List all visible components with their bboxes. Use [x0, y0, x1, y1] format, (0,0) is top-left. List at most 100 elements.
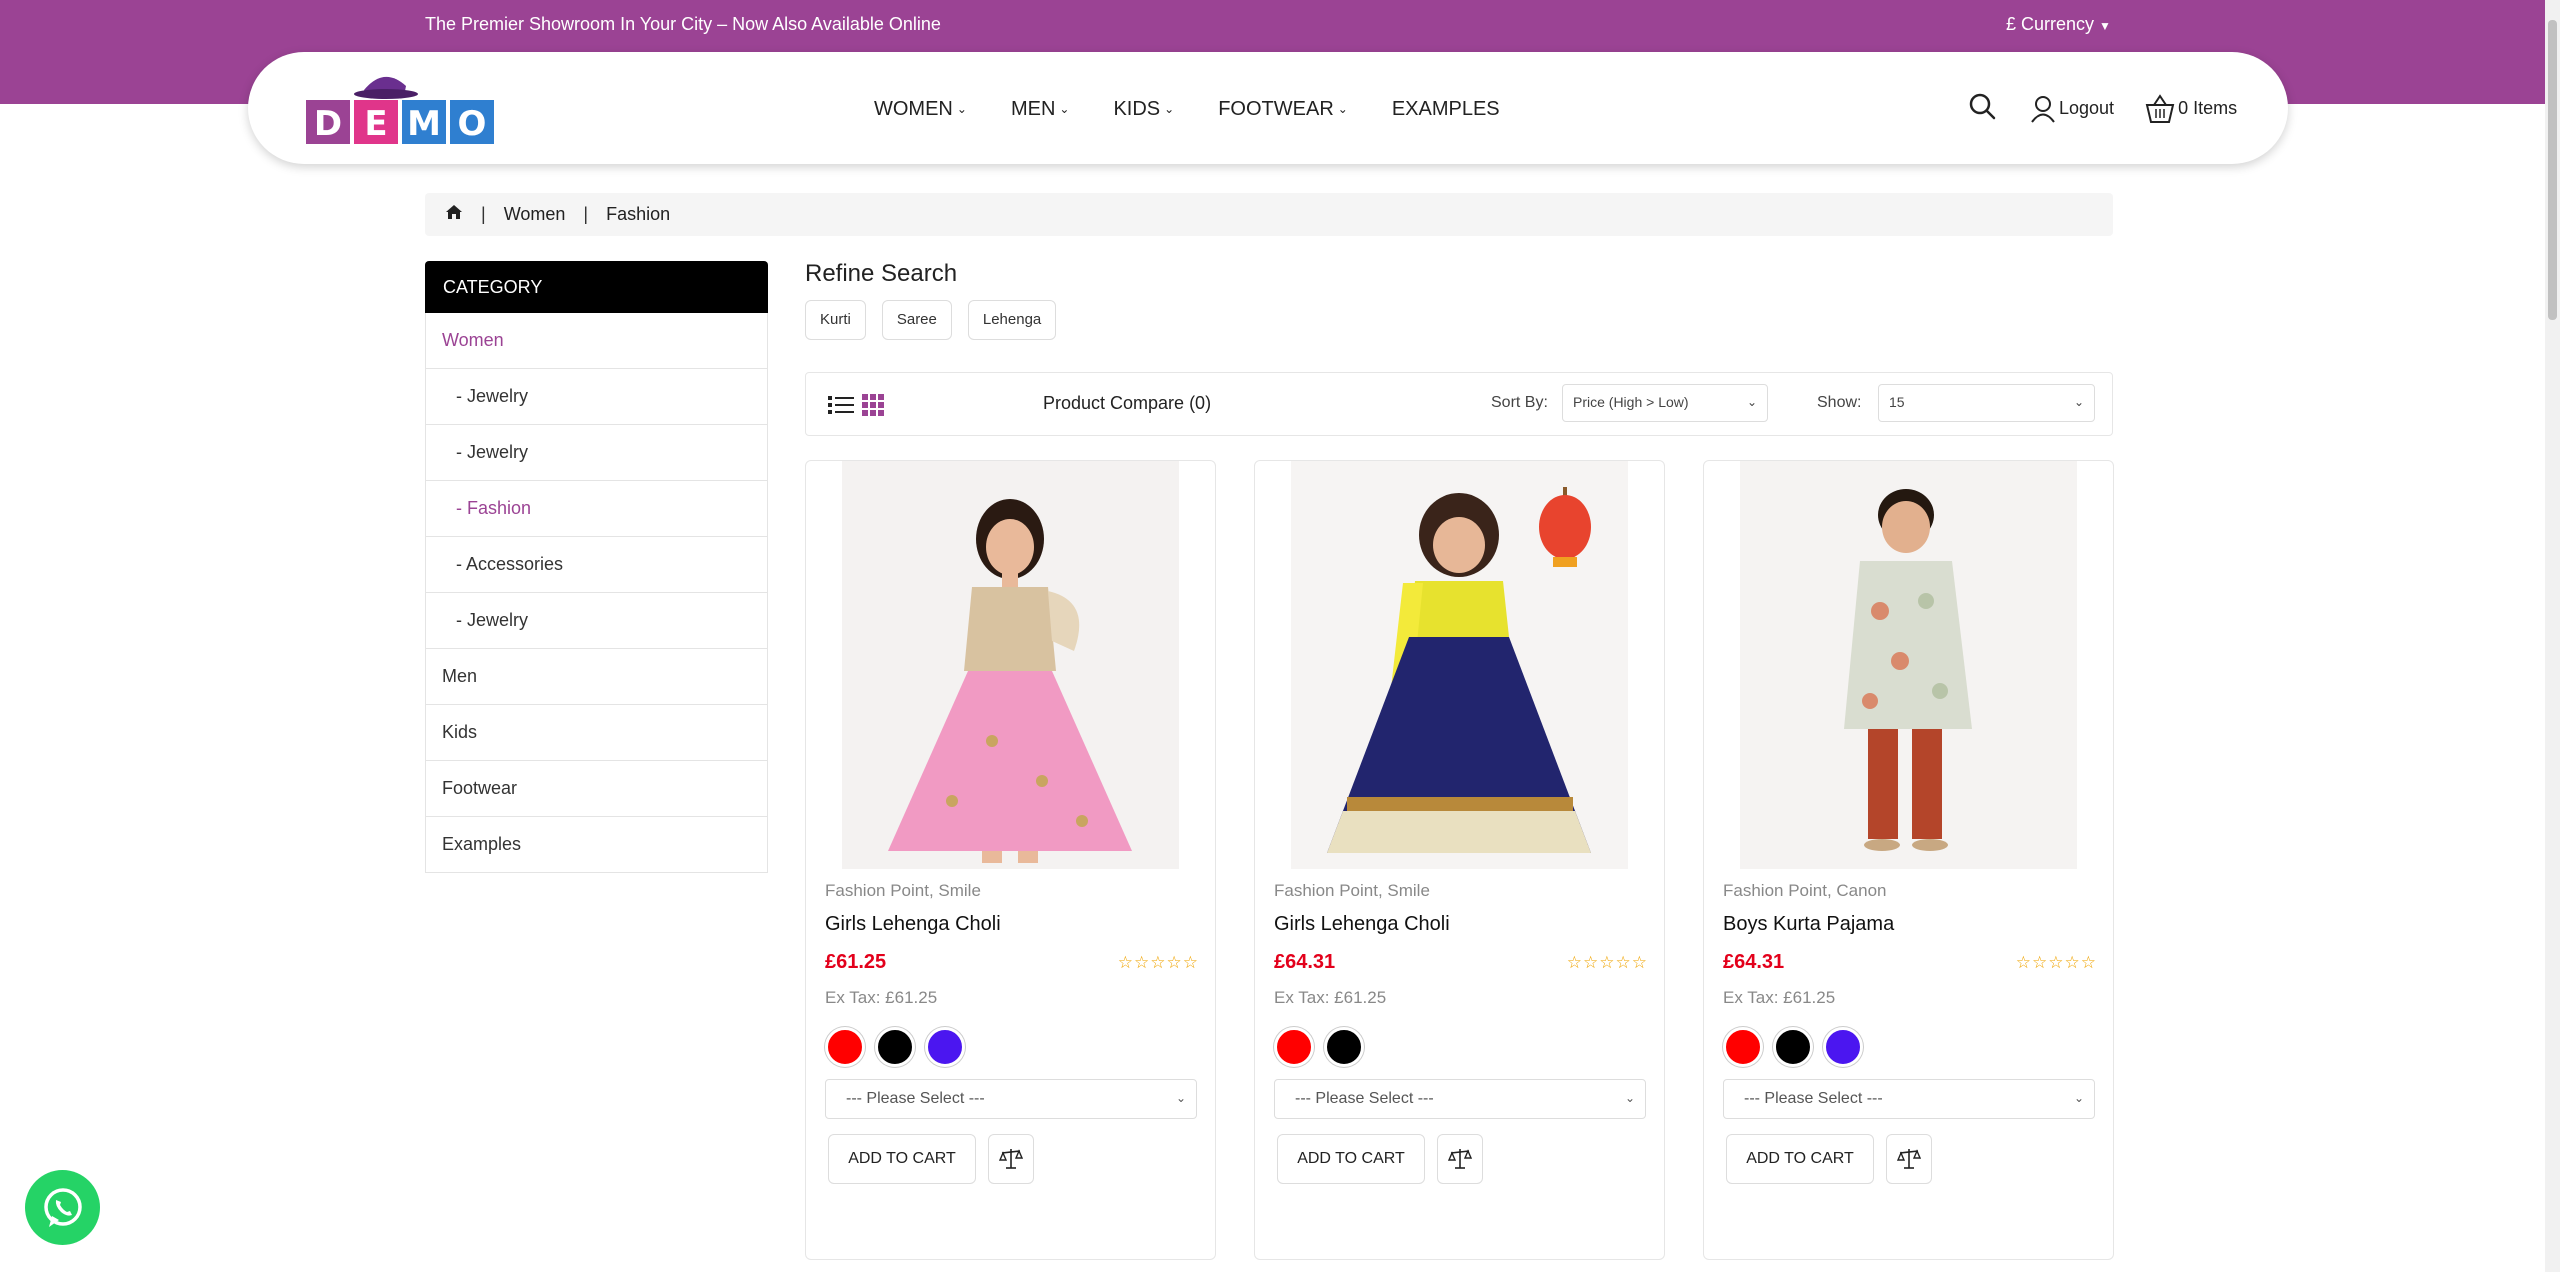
product-brand: Fashion Point, Canon: [1723, 881, 1887, 900]
chip-kurti[interactable]: Kurti: [805, 300, 866, 340]
chevron-down-icon: ⌄: [1624, 1091, 1635, 1105]
product-price: £64.31: [1723, 951, 1785, 973]
scale-icon: [1897, 1149, 1921, 1169]
swatch-blue[interactable]: [1823, 1027, 1863, 1067]
sidebar-item-jewelry[interactable]: - Jewelry: [425, 593, 768, 649]
chevron-down-icon: ⌄: [2073, 395, 2084, 409]
sidebar-item-jewelry[interactable]: - Jewelry: [425, 425, 768, 481]
chevron-down-icon: ⌄: [1164, 102, 1175, 116]
breadcrumb-separator: |: [481, 204, 486, 224]
color-swatches: [1274, 1027, 1364, 1067]
sidebar-item-fashion[interactable]: - Fashion: [425, 481, 768, 537]
svg-text:O: O: [458, 104, 487, 144]
swatch-black[interactable]: [875, 1027, 915, 1067]
add-to-cart-button[interactable]: ADD TO CART: [1726, 1134, 1874, 1184]
swatch-black[interactable]: [1324, 1027, 1364, 1067]
sidebar-item-women[interactable]: Women: [425, 313, 768, 369]
swatch-red[interactable]: [1274, 1027, 1314, 1067]
show-label: Show:: [1817, 394, 1862, 411]
product-name[interactable]: Girls Lehenga Choli: [825, 913, 1001, 936]
chip-lehenga[interactable]: Lehenga: [967, 300, 1057, 340]
list-view-icon[interactable]: [828, 395, 854, 420]
currency-dropdown[interactable]: £ Currency ▼: [2006, 14, 2111, 35]
nav-footwear[interactable]: FOOTWEAR ⌄: [1218, 98, 1348, 121]
scale-icon: [999, 1149, 1023, 1169]
sidebar-item-footwear[interactable]: Footwear: [425, 761, 768, 817]
color-swatches: [825, 1027, 965, 1067]
chevron-down-icon: ▼: [2099, 19, 2111, 33]
home-icon[interactable]: [445, 204, 463, 225]
chevron-down-icon: ⌄: [1175, 1091, 1186, 1105]
product-name[interactable]: Boys Kurta Pajama: [1723, 913, 1894, 936]
product-price: £64.31: [1274, 951, 1336, 973]
product-compare-link[interactable]: Product Compare (0): [1043, 393, 1211, 414]
user-icon: [2031, 95, 2055, 123]
product-card: Fashion Point, Smile Girls Lehenga Choli…: [805, 460, 1216, 1260]
rating-stars-icon: ☆☆☆☆☆: [2015, 953, 2097, 972]
scrollbar-thumb[interactable]: [2548, 20, 2557, 320]
product-ex-tax: Ex Tax: £61.25: [1274, 988, 1387, 1007]
breadcrumb-separator: |: [583, 204, 589, 224]
compare-button[interactable]: [1886, 1134, 1932, 1184]
nav-men[interactable]: MEN ⌄: [1011, 98, 1070, 121]
sort-select[interactable]: Price (High > Low) ⌄: [1562, 384, 1768, 422]
compare-button[interactable]: [988, 1134, 1034, 1184]
option-select[interactable]: --- Please Select --- ⌄: [1723, 1079, 2095, 1119]
sidebar-item-jewelry[interactable]: - Jewelry: [425, 369, 768, 425]
product-image[interactable]: [1291, 461, 1628, 869]
category-heading: CATEGORY: [425, 261, 768, 313]
scale-icon: [1448, 1149, 1472, 1169]
breadcrumb-fashion[interactable]: Fashion: [606, 204, 670, 225]
sidebar-item-accessories[interactable]: - Accessories: [425, 537, 768, 593]
compare-button[interactable]: [1437, 1134, 1483, 1184]
sidebar-item-kids[interactable]: Kids: [425, 705, 768, 761]
promo-text: The Premier Showroom In Your City – Now …: [425, 14, 941, 34]
breadcrumb-women[interactable]: Women: [504, 204, 566, 225]
nav-examples[interactable]: EXAMPLES: [1392, 98, 1500, 121]
product-ex-tax: Ex Tax: £61.25: [1723, 988, 1836, 1007]
sidebar-item-examples[interactable]: Examples: [425, 817, 768, 873]
option-select[interactable]: --- Please Select --- ⌄: [1274, 1079, 1646, 1119]
product-price: £61.25: [825, 951, 887, 973]
product-brand: Fashion Point, Smile: [825, 881, 981, 900]
page-scrollbar[interactable]: [2545, 0, 2560, 1272]
svg-text:M: M: [407, 104, 441, 144]
svg-text:D: D: [314, 104, 342, 144]
refine-search-title: Refine Search: [805, 260, 958, 287]
swatch-blue[interactable]: [925, 1027, 965, 1067]
chevron-down-icon: ⌄: [1746, 395, 1757, 409]
add-to-cart-button[interactable]: ADD TO CART: [1277, 1134, 1425, 1184]
main-header: D E M O WOMEN ⌄ MEN ⌄ KIDS ⌄ FOOTWEAR ⌄ EXAM…: [248, 52, 2288, 164]
chevron-down-icon: ⌄: [1059, 102, 1070, 116]
grid-view-icon[interactable]: [862, 394, 884, 421]
cart-link[interactable]: 0 Items: [2144, 93, 2237, 124]
logout-link[interactable]: Logout: [2030, 95, 2114, 123]
whatsapp-icon[interactable]: [25, 1170, 100, 1245]
color-swatches: [1723, 1027, 1863, 1067]
swatch-black[interactable]: [1773, 1027, 1813, 1067]
swatch-red[interactable]: [1723, 1027, 1763, 1067]
product-image[interactable]: [842, 461, 1179, 869]
product-image[interactable]: [1740, 461, 2077, 869]
add-to-cart-button[interactable]: ADD TO CART: [828, 1134, 976, 1184]
search-icon[interactable]: [1968, 92, 1996, 125]
chip-saree[interactable]: Saree: [881, 300, 952, 340]
main-nav: WOMEN ⌄ MEN ⌄ KIDS ⌄ FOOTWEAR ⌄ EXAMPLES: [874, 98, 1544, 121]
breadcrumb: | Women | Fashion: [425, 193, 2113, 236]
refine-chips: Kurti Saree Lehenga: [805, 300, 1057, 340]
show-select[interactable]: 15 ⌄: [1878, 384, 2095, 422]
nav-kids[interactable]: KIDS ⌄: [1113, 98, 1174, 121]
option-select[interactable]: --- Please Select --- ⌄: [825, 1079, 1197, 1119]
product-ex-tax: Ex Tax: £61.25: [825, 988, 938, 1007]
sort-label: Sort By:: [1491, 394, 1548, 411]
product-card: Fashion Point, Canon Boys Kurta Pajama £…: [1703, 460, 2114, 1260]
basket-icon: [2145, 93, 2175, 123]
product-name[interactable]: Girls Lehenga Choli: [1274, 913, 1450, 936]
sidebar-item-men[interactable]: Men: [425, 649, 768, 705]
nav-women[interactable]: WOMEN ⌄: [874, 98, 967, 121]
swatch-red[interactable]: [825, 1027, 865, 1067]
store-logo[interactable]: D E M O: [306, 72, 502, 148]
rating-stars-icon: ☆☆☆☆☆: [1117, 953, 1199, 972]
chevron-down-icon: ⌄: [1337, 102, 1348, 116]
chevron-down-icon: ⌄: [2073, 1091, 2084, 1105]
